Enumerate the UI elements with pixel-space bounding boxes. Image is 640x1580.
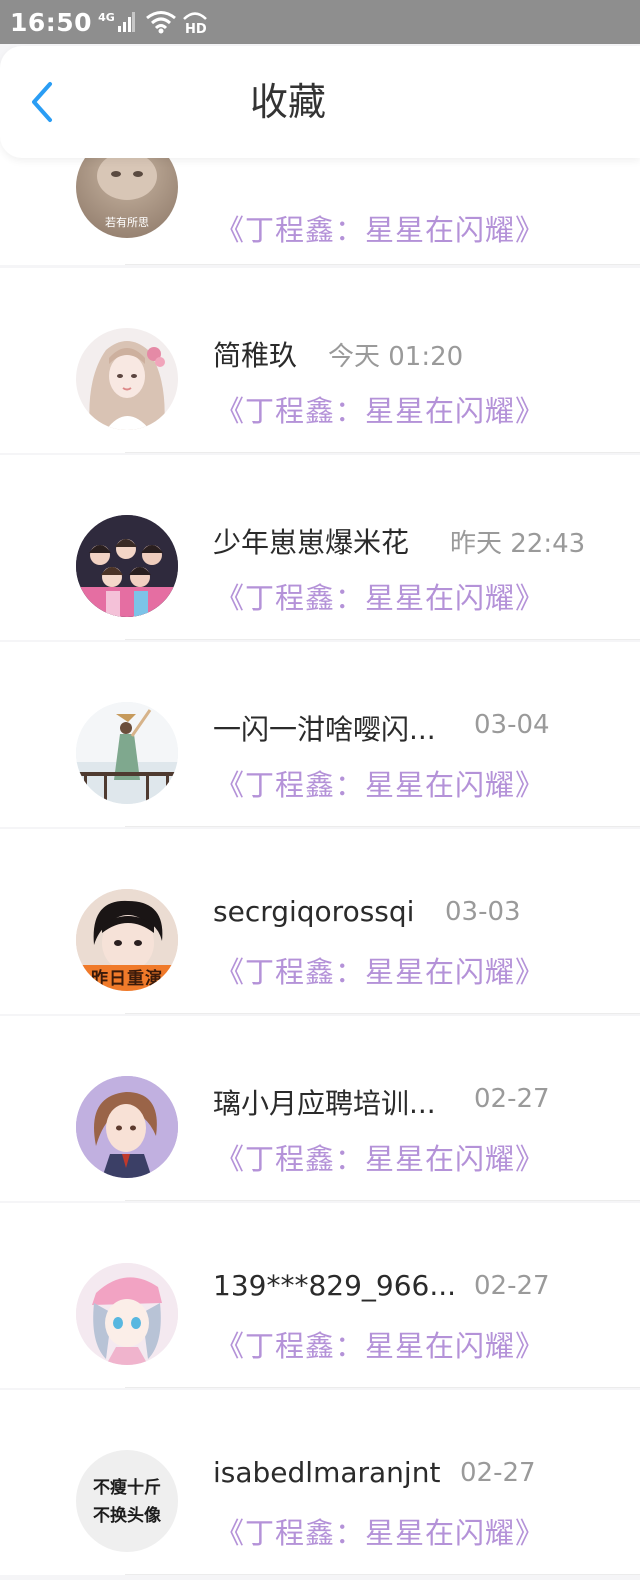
avatar[interactable]: [76, 702, 178, 804]
avatar-caption: 昨日重演: [91, 969, 163, 989]
status-time: 16:50: [10, 7, 93, 37]
user-name: isabedlmaranjnt: [213, 1456, 441, 1489]
user-name: secrgiqorossqi: [213, 895, 415, 928]
book-title[interactable]: 《丁程鑫：星星在闪耀》: [215, 1510, 545, 1552]
top-nav-bar: 收藏: [0, 46, 640, 158]
favorite-time: 02-27: [474, 1271, 550, 1301]
book-title[interactable]: 《丁程鑫：星星在闪耀》: [215, 207, 545, 249]
book-title[interactable]: 《丁程鑫：星星在闪耀》: [215, 388, 545, 430]
favorite-time: 今天 01:20: [328, 342, 464, 372]
avatar[interactable]: [76, 515, 178, 617]
list-item[interactable]: 不瘦十斤 不换头像 isabedlmaranjnt 02-27 《丁程鑫：星星在…: [0, 1390, 640, 1575]
user-name: 少年崽崽爆米花: [213, 526, 410, 559]
avatar[interactable]: 昨日重演: [76, 889, 178, 991]
avatar[interactable]: [76, 1076, 178, 1178]
favorite-time: 02-27: [460, 1458, 536, 1488]
page-title: 收藏: [250, 80, 327, 124]
avatar[interactable]: [76, 328, 178, 430]
favorite-time: 03-04: [474, 710, 550, 740]
user-name: 简稚玖: [213, 339, 298, 372]
wifi-icon: [145, 10, 177, 34]
book-title[interactable]: 《丁程鑫：星星在闪耀》: [215, 1323, 545, 1365]
avatar[interactable]: 不瘦十斤 不换头像: [76, 1450, 178, 1552]
list-item[interactable]: 139***829_966... 02-27 《丁程鑫：星星在闪耀》: [0, 1203, 640, 1388]
user-name: 璃小月应聘培训...: [213, 1087, 436, 1120]
hd-call-icon: HD: [181, 9, 209, 35]
list-item[interactable]: 少年崽崽爆米花 昨天 22:43 《丁程鑫：星星在闪耀》: [0, 455, 640, 640]
book-title[interactable]: 《丁程鑫：星星在闪耀》: [215, 762, 545, 804]
list-item[interactable]: 简稚玖 今天 01:20 《丁程鑫：星星在闪耀》: [0, 268, 640, 453]
favorite-time: 03-03: [445, 897, 521, 927]
list-item[interactable]: 璃小月应聘培训... 02-27 《丁程鑫：星星在闪耀》: [0, 1016, 640, 1201]
avatar-caption: 不瘦十斤 不换头像: [93, 1478, 161, 1526]
avatar[interactable]: [76, 1263, 178, 1365]
user-name: 一闪一泔啥嘤闪...: [213, 713, 436, 746]
book-title[interactable]: 《丁程鑫：星星在闪耀》: [215, 949, 545, 991]
svg-text:HD: HD: [185, 22, 207, 35]
status-bar: 16:50 4G HD: [0, 0, 640, 44]
user-name: 139***829_966...: [213, 1269, 457, 1302]
book-title[interactable]: 《丁程鑫：星星在闪耀》: [215, 1136, 545, 1178]
network-type: 4G: [98, 10, 115, 24]
list-item[interactable]: 昨日重演 secrgiqorossqi 03-03 《丁程鑫：星星在闪耀》: [0, 829, 640, 1014]
list-item[interactable]: 一闪一泔啥嘤闪... 03-04 《丁程鑫：星星在闪耀》: [0, 642, 640, 827]
book-title[interactable]: 《丁程鑫：星星在闪耀》: [215, 575, 545, 617]
avatar-caption: 若有所思: [105, 216, 149, 229]
favorite-time: 昨天 22:43: [450, 529, 586, 559]
favorite-time: 02-27: [474, 1084, 550, 1114]
signal-icon: [117, 11, 135, 33]
